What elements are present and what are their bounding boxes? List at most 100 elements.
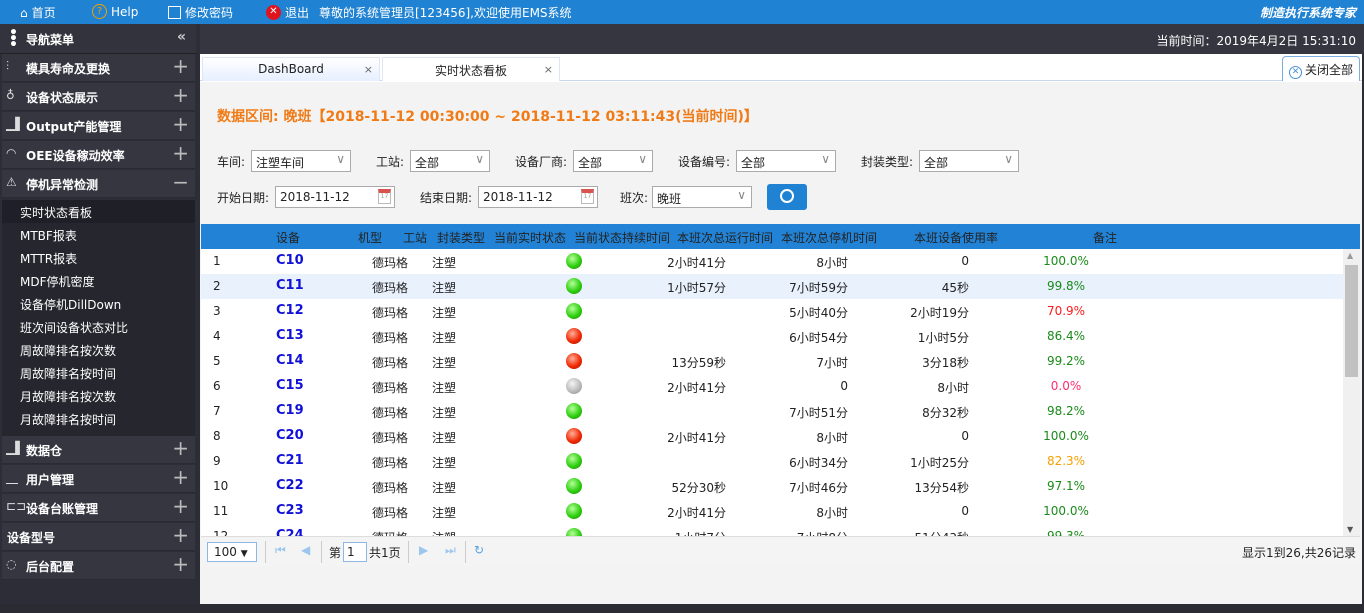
table-row[interactable]: 2 C11 德玛格 注塑 1小时57分 7小时59分 45秒 99.8% xyxy=(201,274,1343,299)
column-header[interactable]: 当前状态持续时间 xyxy=(574,229,670,246)
prev-page-icon[interactable]: ◀ xyxy=(301,543,310,557)
sidebar-group[interactable]: ◠ OEE设备稼动效率 + xyxy=(2,141,195,169)
change-password-link[interactable]: 修改密码 xyxy=(168,4,233,21)
sidebar-subitem[interactable]: 周故障排名按时间 xyxy=(2,361,195,384)
first-page-icon[interactable]: ⏮ xyxy=(275,543,286,558)
sidebar-group[interactable]: ⫶ 模具寿命及更换 + xyxy=(2,54,195,82)
sidebar-subitem[interactable]: 设备停机DillDown xyxy=(2,292,195,315)
scroll-up-icon[interactable]: ▲ xyxy=(1347,251,1353,260)
tab-realtime-board[interactable]: 实时状态看板 × xyxy=(382,57,560,81)
home-link[interactable]: ⌂ 首页 xyxy=(20,4,56,21)
expand-icon[interactable]: + xyxy=(172,465,189,489)
calendar-icon[interactable]: 17 xyxy=(378,189,391,204)
table-row[interactable]: 5 C14 德玛格 注塑 13分59秒 7小时 3分18秒 99.2% xyxy=(201,349,1343,374)
calendar-icon[interactable]: 17 xyxy=(581,189,594,204)
device-link[interactable]: C21 xyxy=(276,453,304,468)
wifi-icon: ◌ xyxy=(6,557,17,571)
expand-icon[interactable]: + xyxy=(172,436,189,460)
sidebar-subitem[interactable]: MDF停机密度 xyxy=(2,269,195,292)
column-header[interactable]: 设备 xyxy=(276,229,300,246)
device-link[interactable]: C23 xyxy=(276,503,304,518)
sidebar-group[interactable]: ⎽ 用户管理 + xyxy=(2,465,195,493)
column-header[interactable]: 当前实时状态 xyxy=(494,229,566,246)
station-select[interactable]: 全部 ∨ xyxy=(410,150,490,172)
sidebar-subitem[interactable]: 实时状态看板 xyxy=(2,200,195,223)
next-page-icon[interactable]: ▶ xyxy=(419,543,428,557)
expand-icon[interactable]: + xyxy=(172,523,189,547)
shift-select[interactable]: 晚班 ∨ xyxy=(652,186,752,208)
sidebar-group[interactable]: ◌ 后台配置 + xyxy=(2,552,195,580)
column-header[interactable]: 备注 xyxy=(1093,229,1117,246)
table-row[interactable]: 8 C20 德玛格 注塑 2小时41分 8小时 0 100.0% xyxy=(201,424,1343,449)
page-size-select[interactable]: 100 ▼ xyxy=(207,542,257,562)
scroll-down-icon[interactable]: ▼ xyxy=(1347,525,1353,534)
close-icon[interactable]: × xyxy=(364,63,373,76)
sidebar-subitem[interactable]: 周故障排名按次数 xyxy=(2,338,195,361)
sidebar-subitem[interactable]: MTTR报表 xyxy=(2,246,195,269)
sidebar-group[interactable]: ⊏⊐ 设备台账管理 + xyxy=(2,494,195,522)
vertical-scrollbar[interactable]: ▲ ▼ xyxy=(1343,249,1360,536)
sidebar-group[interactable]: 设备型号 + xyxy=(2,523,195,551)
device-link[interactable]: C10 xyxy=(276,253,304,268)
column-header[interactable]: 机型 xyxy=(358,229,382,246)
column-header[interactable]: 本班设备使用率 xyxy=(914,229,998,246)
refresh-icon[interactable]: ↻ xyxy=(474,543,484,557)
device-link[interactable]: C24 xyxy=(276,528,304,536)
device-link[interactable]: C22 xyxy=(276,478,304,493)
expand-icon[interactable]: + xyxy=(172,54,189,78)
tab-dashboard[interactable]: DashBoard × xyxy=(202,57,380,81)
start-date-input[interactable]: 2018-11-12 17 xyxy=(275,186,395,208)
device-link[interactable]: C11 xyxy=(276,278,304,293)
device-link[interactable]: C14 xyxy=(276,353,304,368)
device-link[interactable]: C19 xyxy=(276,403,304,418)
page-input[interactable]: 1 xyxy=(343,542,367,562)
sidebar-subitem[interactable]: 月故障排名按次数 xyxy=(2,384,195,407)
device-link[interactable]: C20 xyxy=(276,428,304,443)
table-row[interactable]: 6 C15 德玛格 注塑 2小时41分 0 8小时 0.0% xyxy=(201,374,1343,399)
sidebar-subitem[interactable]: 月故障排名按时间 xyxy=(2,407,195,430)
expand-icon[interactable]: + xyxy=(172,552,189,576)
collapse-icon[interactable]: « xyxy=(177,29,186,45)
record-info: 显示1到26,共26记录 xyxy=(1242,546,1356,560)
device-link[interactable]: C12 xyxy=(276,303,304,318)
sidebar-group[interactable]: ⚠ 停机异常检测 − xyxy=(2,170,195,198)
table-row[interactable]: 1 C10 德玛格 注塑 2小时41分 8小时 0 100.0% xyxy=(201,249,1343,274)
column-header[interactable]: 本班次总停机时间 xyxy=(781,229,877,246)
sidebar-subitem[interactable]: 班次间设备状态对比 xyxy=(2,315,195,338)
package-select[interactable]: 全部 ∨ xyxy=(919,150,1019,172)
machine-model: 德玛格 xyxy=(372,481,409,495)
table-row[interactable]: 11 C23 德玛格 注塑 2小时41分 8小时 0 100.0% xyxy=(201,499,1343,524)
close-icon[interactable]: × xyxy=(544,63,553,76)
table-row[interactable]: 4 C13 德玛格 注塑 6小时54分 1小时5分 86.4% xyxy=(201,324,1343,349)
device-link[interactable]: C15 xyxy=(276,378,304,393)
help-link[interactable]: ? Help xyxy=(92,4,138,19)
end-date-input[interactable]: 2018-11-12 17 xyxy=(478,186,598,208)
scroll-thumb[interactable] xyxy=(1345,265,1358,377)
expand-icon[interactable]: + xyxy=(172,83,189,107)
last-page-icon[interactable]: ⏭ xyxy=(445,543,456,558)
column-header[interactable]: 封装类型 xyxy=(437,229,485,246)
column-header[interactable]: 本班次总运行时间 xyxy=(677,229,773,246)
expand-icon[interactable]: + xyxy=(172,494,189,518)
vendor-select[interactable]: 全部 ∨ xyxy=(573,150,653,172)
logout-link[interactable]: ✕ 退出 xyxy=(266,4,309,21)
sidebar-group[interactable]: ▁▌ 数据仓 + xyxy=(2,436,195,464)
close-all-button[interactable]: ✕ 关闭全部 xyxy=(1281,56,1360,81)
table-row[interactable]: 12 C24 德玛格 注塑 1小时7分 7小时8分 51分43秒 99.3% xyxy=(201,524,1343,536)
table-row[interactable]: 7 C19 德玛格 注塑 7小时51分 8分32秒 98.2% xyxy=(201,399,1343,424)
expand-icon[interactable]: + xyxy=(172,112,189,136)
search-button[interactable] xyxy=(767,184,807,210)
sidebar-group[interactable]: ♁ 设备状态展示 + xyxy=(2,83,195,111)
table-row[interactable]: 9 C21 德玛格 注塑 6小时34分 1小时25分 82.3% xyxy=(201,449,1343,474)
duration-b: 0 xyxy=(840,379,848,393)
device-no-select[interactable]: 全部 ∨ xyxy=(736,150,836,172)
workshop-select[interactable]: 注塑车间 ∨ xyxy=(251,150,351,172)
device-link[interactable]: C13 xyxy=(276,328,304,343)
collapse-icon[interactable]: − xyxy=(172,170,189,194)
sidebar-group[interactable]: ▁▌ Output产能管理 + xyxy=(2,112,195,140)
column-header[interactable]: 工站 xyxy=(403,229,427,246)
sidebar-subitem[interactable]: MTBF报表 xyxy=(2,223,195,246)
expand-icon[interactable]: + xyxy=(172,141,189,165)
table-row[interactable]: 3 C12 德玛格 注塑 5小时40分 2小时19分 70.9% xyxy=(201,299,1343,324)
table-row[interactable]: 10 C22 德玛格 注塑 52分30秒 7小时46分 13分54秒 97.1% xyxy=(201,474,1343,499)
